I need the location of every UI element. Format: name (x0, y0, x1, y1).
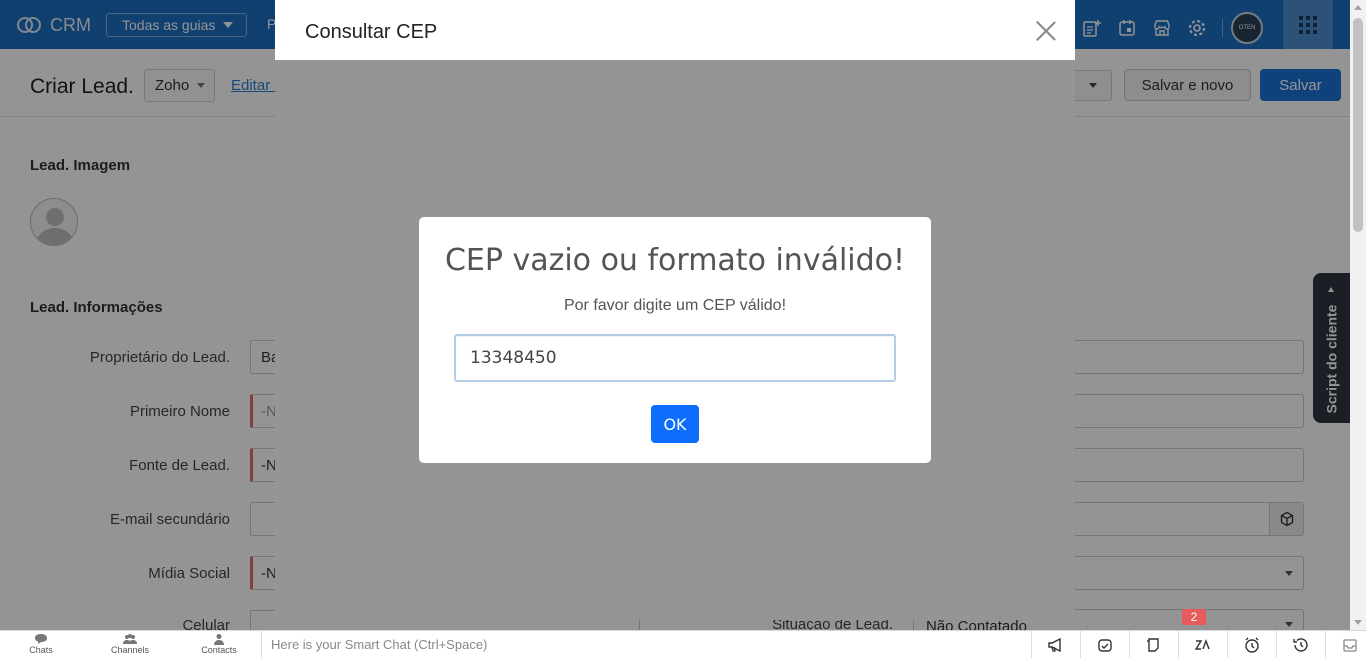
bottom-divider (261, 631, 262, 658)
announcement-icon[interactable] (1031, 631, 1080, 658)
chats-label: Chats (29, 645, 53, 655)
contacts-button[interactable]: Contacts (189, 633, 249, 655)
alarm-clock-icon[interactable] (1227, 631, 1276, 658)
inbox-icon[interactable] (1325, 631, 1366, 658)
channels-button[interactable]: Channels (100, 633, 160, 655)
chat-icon (35, 634, 47, 644)
bot-icon[interactable] (1080, 631, 1129, 658)
channels-icon (123, 634, 137, 644)
zia-icon[interactable] (1178, 631, 1227, 658)
cep-input[interactable] (454, 334, 896, 382)
chats-button[interactable]: Chats (11, 633, 71, 655)
alert-message: Por favor digite um CEP válido! (563, 297, 787, 314)
dialog-header: Consultar CEP (275, 0, 1075, 60)
scroll-up-arrow-icon[interactable] (1354, 5, 1362, 10)
history-icon[interactable] (1276, 631, 1325, 658)
scrollbar-thumb[interactable] (1353, 18, 1363, 232)
ok-button[interactable]: OK (651, 405, 699, 443)
smart-chat-input[interactable]: Here is your Smart Chat (Ctrl+Space) (271, 637, 487, 652)
page-scrollbar[interactable] (1350, 0, 1366, 630)
alert-title: CEP vazio ou formato inválido! (444, 243, 906, 278)
scroll-down-arrow-icon[interactable] (1354, 620, 1362, 625)
channels-label: Channels (110, 645, 150, 655)
contacts-icon (214, 634, 224, 645)
bottom-bar: Chats Channels Contacts Here is your Sma… (0, 630, 1366, 658)
contacts-label: Contacts (201, 645, 237, 655)
validation-alert: CEP vazio ou formato inválido! Por favor… (419, 217, 931, 463)
bottom-icon-group (1031, 631, 1366, 658)
notes-icon[interactable] (1129, 631, 1178, 658)
close-icon[interactable] (1035, 20, 1057, 42)
notification-badge: 2 (1182, 609, 1206, 625)
dialog-title: Consultar CEP (305, 21, 438, 43)
